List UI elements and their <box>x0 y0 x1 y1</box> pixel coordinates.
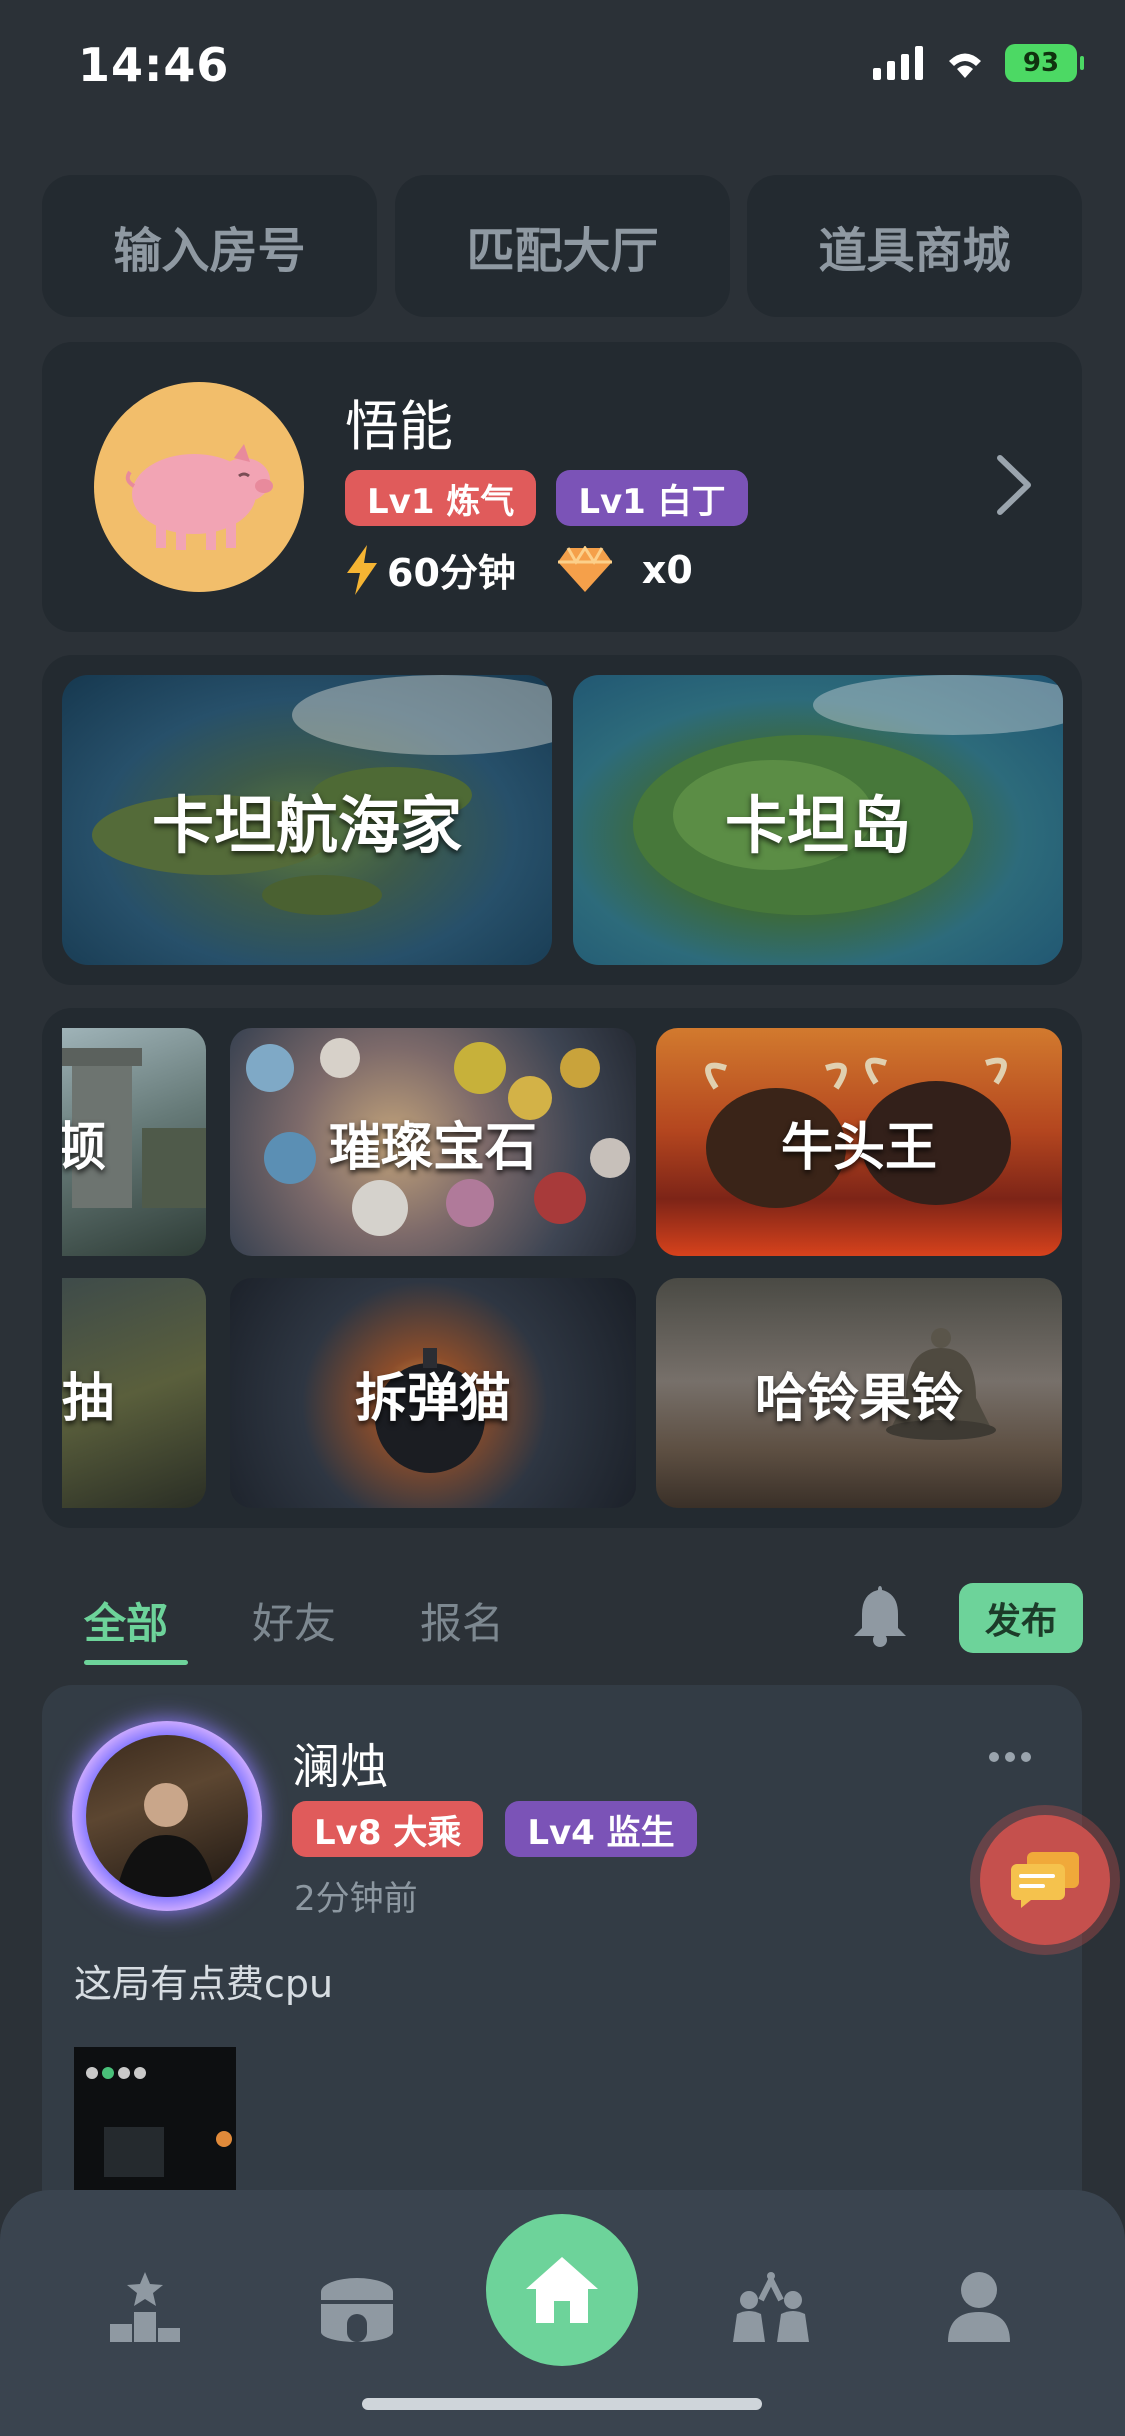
item-shop-label: 道具商城 <box>818 223 1011 279</box>
more-icon[interactable] <box>988 1751 1032 1763</box>
avatar[interactable] <box>94 382 304 592</box>
nav-party[interactable] <box>716 2252 826 2362</box>
item-shop-button[interactable]: 道具商城 <box>747 175 1082 317</box>
featured-games: 卡坦航海家 卡坦岛 <box>42 655 1082 985</box>
star-podium-icon <box>110 2272 180 2342</box>
arena-icon <box>321 2278 393 2342</box>
featured-game-tile[interactable]: 卡坦岛 <box>573 675 1063 965</box>
rank-badge: Lv4 监生 <box>505 1801 697 1857</box>
nav-profile[interactable] <box>924 2252 1034 2362</box>
status-time: 14:46 <box>78 38 230 92</box>
home-indicator <box>362 2398 762 2410</box>
rank-badge: Lv1 白丁 <box>556 470 748 526</box>
enter-room-label: 输入房号 <box>113 223 306 279</box>
tab-friends[interactable]: 好友 <box>252 1590 336 1651</box>
chat-bubbles-icon <box>1011 1852 1079 1908</box>
tab-all[interactable]: 全部 <box>84 1590 168 1651</box>
battery-level: 93 <box>1022 48 1060 78</box>
nav-ranking[interactable] <box>90 2252 200 2362</box>
home-icon <box>526 2257 598 2323</box>
nav-arena[interactable] <box>302 2252 412 2362</box>
featured-game-label: 卡坦航海家 <box>151 789 462 862</box>
chevron-right-icon[interactable] <box>994 454 1034 516</box>
level-badge: Lv1 炼气 <box>345 470 537 526</box>
tab-signup[interactable]: 报名 <box>420 1590 504 1651</box>
featured-game-label: 卡坦岛 <box>724 789 911 862</box>
match-lobby-button[interactable]: 匹配大厅 <box>395 175 730 317</box>
game-tile[interactable]: 牛头王 <box>656 1028 1062 1256</box>
post-avatar[interactable] <box>72 1721 262 1911</box>
game-label: 牛头王 <box>780 1117 937 1178</box>
game-label: 璀璨宝石 <box>328 1117 537 1178</box>
match-lobby-label: 匹配大厅 <box>466 223 659 279</box>
game-tile[interactable]: 顿 <box>62 1028 206 1256</box>
publish-button[interactable]: 发布 <box>959 1583 1083 1653</box>
game-tile[interactable]: 抽 <box>62 1278 206 1508</box>
game-label: 抽 <box>62 1368 115 1429</box>
wifi-icon <box>949 53 981 78</box>
game-label: 顿 <box>62 1117 107 1178</box>
game-grid: 顿 璀璨宝石 牛头王 抽 拆弹猫 哈铃果铃 <box>42 1008 1082 1528</box>
diamond-icon <box>557 545 612 592</box>
post-time: 2分钟前 <box>294 1879 418 1919</box>
nav-home[interactable] <box>486 2214 638 2366</box>
status-icons: 93 <box>873 44 1084 82</box>
game-label: 拆弹猫 <box>354 1368 511 1429</box>
battery-indicator: 93 <box>1005 44 1084 82</box>
profile-card[interactable]: 悟能 Lv1 炼气 Lv1 白丁 60分钟 x0 <box>42 342 1082 632</box>
energy-value: 60分钟 <box>387 551 516 595</box>
gem-stat: x0 <box>556 545 693 594</box>
profile-name: 悟能 <box>345 395 453 458</box>
level-badge: Lv8 大乘 <box>292 1801 484 1857</box>
profile-icon <box>948 2272 1010 2342</box>
lightning-icon <box>347 544 377 595</box>
signal-icon <box>873 46 923 80</box>
featured-game-tile[interactable]: 卡坦航海家 <box>62 675 552 965</box>
post-author[interactable]: 澜烛 <box>292 1727 388 1797</box>
pig-icon <box>125 444 273 550</box>
post-image[interactable] <box>74 2047 236 2197</box>
game-tile[interactable]: 哈铃果铃 <box>656 1278 1062 1508</box>
energy-stat: 60分钟 <box>345 542 516 597</box>
bell-icon[interactable] <box>852 1582 908 1648</box>
enter-room-button[interactable]: 输入房号 <box>42 175 377 317</box>
game-label: 哈铃果铃 <box>754 1368 963 1429</box>
post-badges: Lv8 大乘 Lv4 监生 <box>292 1801 697 1857</box>
game-tile[interactable]: 璀璨宝石 <box>230 1028 636 1256</box>
person-silhouette <box>116 1783 216 1897</box>
party-icon <box>733 2272 809 2342</box>
gem-count: x0 <box>641 547 693 592</box>
publish-label: 发布 <box>984 1601 1057 1642</box>
chat-fab[interactable] <box>980 1815 1110 1945</box>
avatar-image <box>86 1735 248 1897</box>
screenshot-thumbnail <box>86 2067 232 2177</box>
post-text: 这局有点费cpu <box>74 1962 334 2006</box>
profile-badges: Lv1 炼气 Lv1 白丁 <box>345 470 748 526</box>
game-tile[interactable]: 拆弹猫 <box>230 1278 636 1508</box>
profile-stats: 60分钟 x0 <box>345 542 693 597</box>
active-tab-indicator <box>84 1660 188 1665</box>
